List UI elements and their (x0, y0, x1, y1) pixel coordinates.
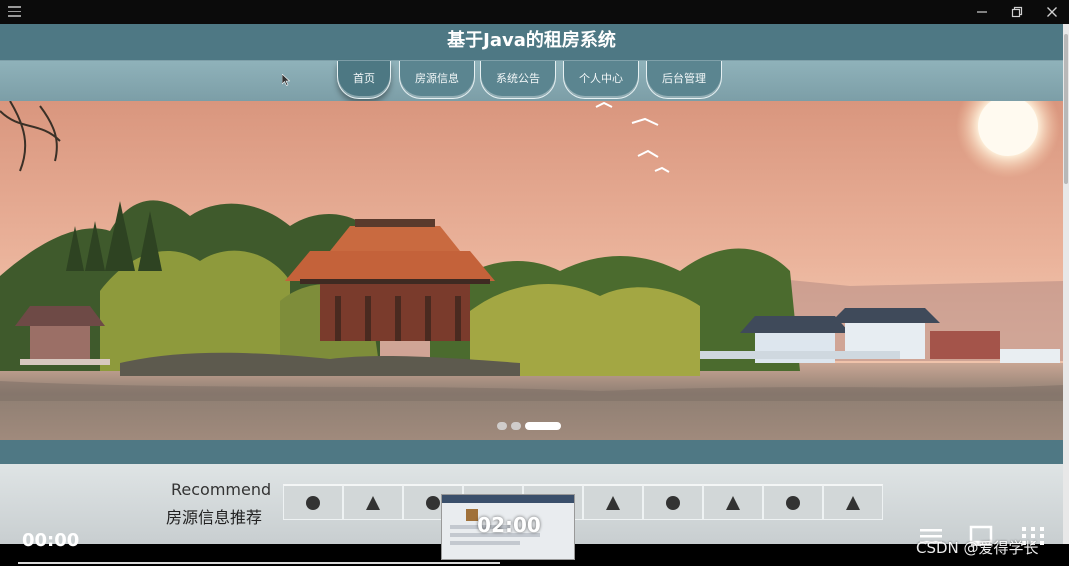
site-title: 基于Java的租房系统 (447, 30, 616, 51)
page-scrollbar[interactable] (1063, 24, 1069, 544)
close-button[interactable] (1035, 0, 1069, 24)
carousel-dot-3-active[interactable] (525, 422, 561, 430)
close-icon (1047, 7, 1057, 17)
minimize-button[interactable] (965, 0, 999, 24)
triangle-icon (366, 495, 380, 510)
triangle-icon (726, 495, 740, 510)
landscape-image (0, 101, 1063, 440)
rental-website-page: 基于Java的租房系统 首页 房源信息 系统公告 个人中心 后台管理 Recom… (0, 24, 1063, 544)
preview-time: 02:00 (477, 513, 541, 537)
triangle-icon (846, 495, 860, 510)
preview-row (450, 541, 520, 545)
player-titlebar (0, 0, 1069, 24)
nav-announcements[interactable]: 系统公告 (480, 61, 556, 99)
nav-listings[interactable]: 房源信息 (399, 61, 475, 99)
video-player-window: 基于Java的租房系统 首页 房源信息 系统公告 个人中心 后台管理 Recom… (0, 0, 1069, 566)
circle-icon (666, 495, 680, 510)
recommend-tile[interactable] (283, 484, 343, 520)
recommend-tile[interactable] (583, 484, 643, 520)
section-divider-band (0, 440, 1063, 464)
playback-progress-bar[interactable] (18, 562, 500, 564)
banner-carousel[interactable] (0, 101, 1063, 440)
circle-icon (426, 495, 440, 510)
recommend-heading-cn: 房源信息推荐 (166, 508, 263, 527)
carousel-dot-1[interactable] (497, 422, 507, 430)
mouse-cursor-icon (282, 74, 290, 86)
recommend-tile[interactable] (763, 484, 823, 520)
nav-admin[interactable]: 后台管理 (646, 61, 722, 99)
nav-home[interactable]: 首页 (337, 61, 391, 99)
minimize-icon (977, 11, 987, 13)
seek-preview-thumbnail: 02:00 (441, 494, 575, 560)
scrollbar-thumb[interactable] (1064, 34, 1068, 184)
recommend-tile[interactable] (643, 484, 703, 520)
recommend-heading-en: Recommend (171, 480, 272, 499)
carousel-indicators (497, 422, 561, 432)
main-navbar: 首页 房源信息 系统公告 个人中心 后台管理 (0, 61, 1063, 101)
restore-icon (1011, 6, 1023, 18)
carousel-dot-2[interactable] (511, 422, 521, 430)
preview-titlebar (442, 495, 574, 503)
recommend-tile[interactable] (823, 484, 883, 520)
current-time: 00:00 (22, 530, 80, 551)
hamburger-menu-icon[interactable] (8, 6, 21, 17)
triangle-icon (606, 495, 620, 510)
nav-user-center[interactable]: 个人中心 (563, 61, 639, 99)
csdn-watermark: CSDN @爱得学长 (916, 539, 1039, 557)
circle-icon (786, 495, 800, 510)
circle-icon (306, 495, 320, 510)
site-header: 基于Java的租房系统 (0, 24, 1063, 61)
restore-button[interactable] (1000, 0, 1034, 24)
recommend-tile[interactable] (703, 484, 763, 520)
recommend-tile[interactable] (343, 484, 403, 520)
